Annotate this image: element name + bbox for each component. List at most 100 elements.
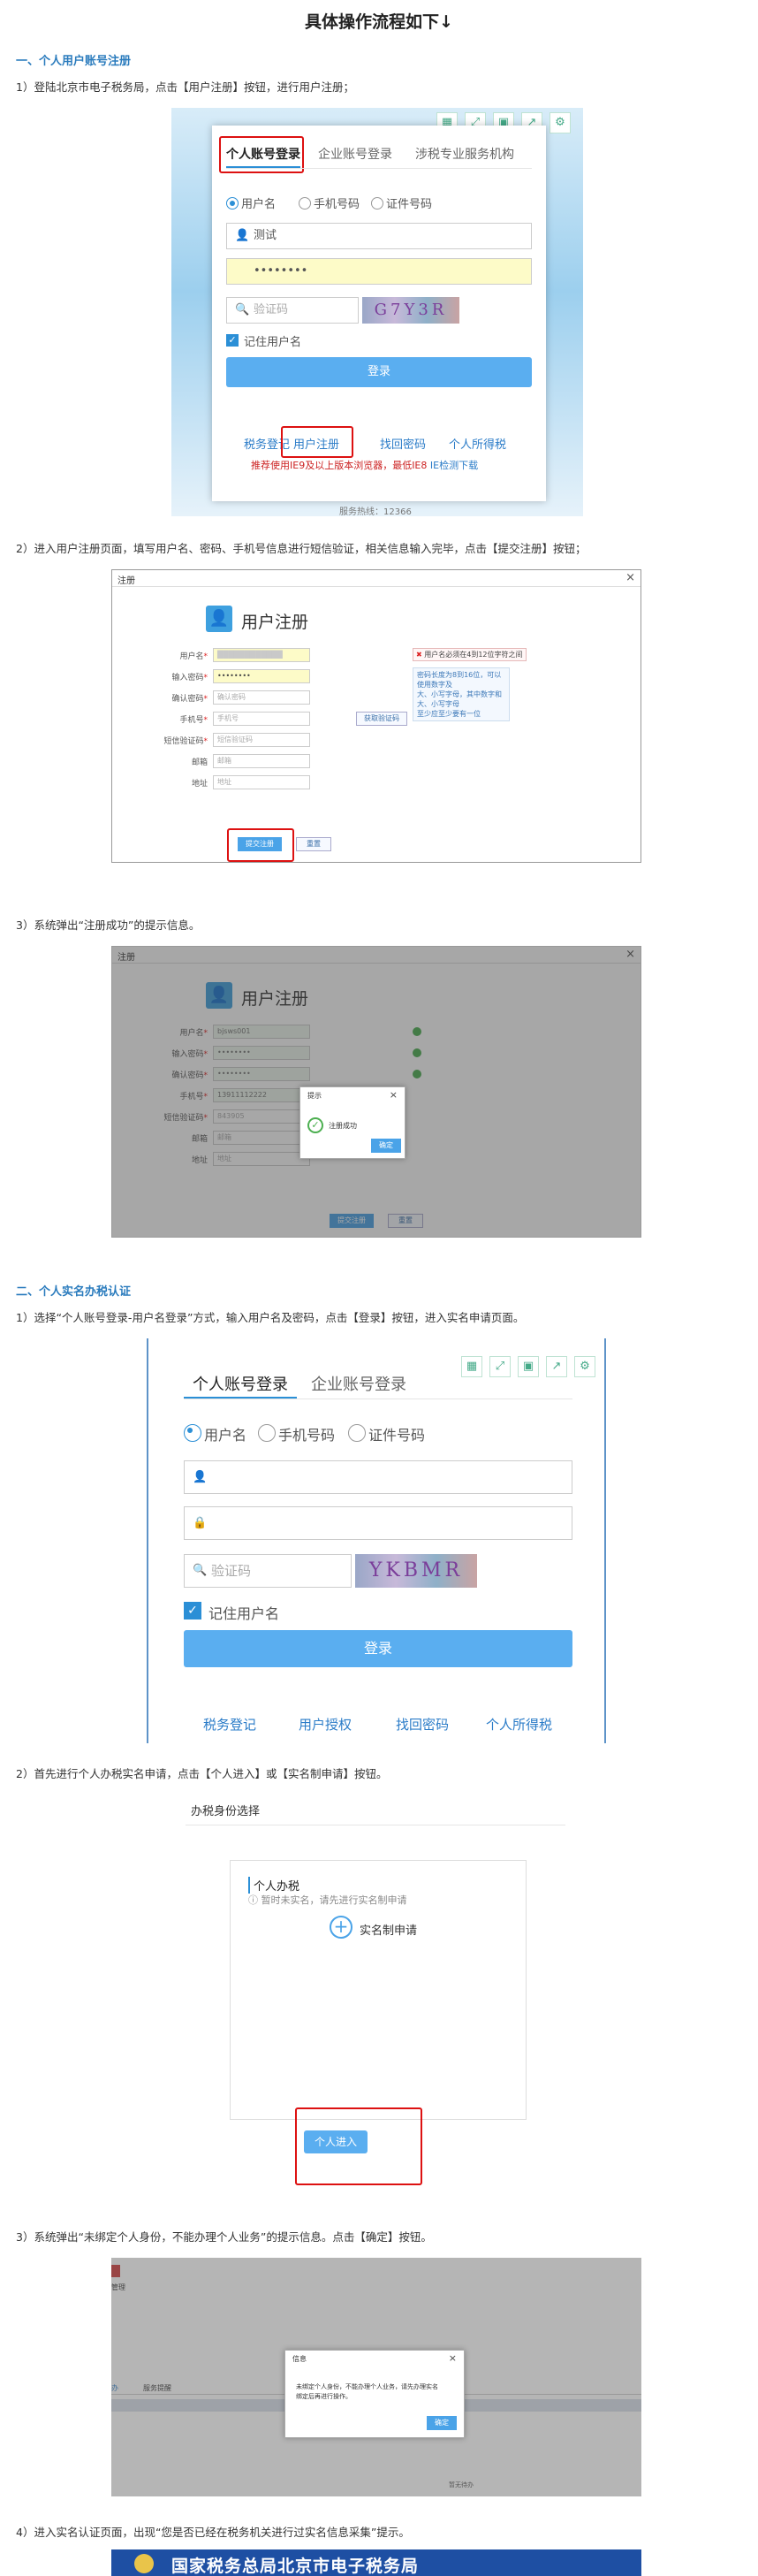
- remember-checkbox[interactable]: ✓: [184, 1602, 201, 1620]
- tab-personal-login[interactable]: 个人账号登录: [193, 1372, 288, 1395]
- user-icon: 👤: [206, 606, 232, 632]
- share-icon[interactable]: ↗: [546, 1356, 567, 1377]
- close-icon[interactable]: ×: [390, 1089, 398, 1101]
- etax-banner: 国家税务总局北京市电子税务局: [111, 2549, 641, 2576]
- reset-button[interactable]: 重置: [296, 837, 331, 851]
- banner-title: 国家税务总局北京市电子税务局: [171, 2557, 420, 2576]
- link-retrieve-password[interactable]: 找回密码: [380, 435, 426, 452]
- login-button[interactable]: 登录: [184, 1630, 572, 1667]
- step-text: 1）选择“个人账号登录-用户名登录”方式，输入用户名及密码，点击【登录】按钮，进…: [16, 1311, 525, 1324]
- popup-title: 提示: [307, 1092, 322, 1100]
- password-input[interactable]: ••••••••: [213, 669, 310, 683]
- check-circle-icon: ✓: [307, 1117, 323, 1133]
- phone-input[interactable]: 手机号: [213, 712, 310, 726]
- section-title-realname: 二、个人实名办税认证: [16, 1285, 132, 1299]
- remember-checkbox[interactable]: ✓: [226, 334, 239, 347]
- dialog-header-line: [112, 586, 641, 587]
- username-input[interactable]: 👤: [184, 1460, 572, 1494]
- register-success-dialog: 注册 × 👤 用户注册 用户名* bjsws001 输入密码* ••••••••…: [111, 946, 641, 1238]
- password-input[interactable]: 🔒: [184, 1506, 572, 1540]
- label-email: 邮箱: [191, 758, 208, 767]
- page-title: 具体操作流程如下↓: [305, 12, 453, 32]
- confirm-password-input[interactable]: 确认密码: [213, 690, 310, 705]
- close-icon[interactable]: ×: [625, 571, 635, 584]
- register-heading: 用户注册: [241, 613, 309, 632]
- label-username: 用户名*: [179, 652, 208, 661]
- highlight-box: [281, 426, 353, 458]
- hotline-text: 服务热线：12366: [339, 507, 412, 516]
- password-input[interactable]: ••••••••: [226, 258, 532, 285]
- user-icon: 👤: [193, 1470, 208, 1484]
- radio-username[interactable]: 用户名: [184, 1423, 246, 1444]
- captcha-input[interactable]: 🔍 验证码: [226, 297, 359, 324]
- link-personal-income-tax[interactable]: 个人所得税: [486, 1715, 552, 1734]
- tab-enterprise-login[interactable]: 企业账号登录: [318, 145, 392, 163]
- link-retrieve-password[interactable]: 找回密码: [396, 1715, 449, 1734]
- step-text: 3）系统弹出“注册成功”的提示信息。: [16, 918, 201, 932]
- radio-phone[interactable]: 手机号码: [258, 1423, 335, 1444]
- popup-message: 注册成功: [329, 1122, 357, 1130]
- ok-button[interactable]: 确定: [427, 2416, 457, 2430]
- unbound-screenshot: 管理 办 服务提醒 暂无待办 信息 × 未绑定个人身份，不能办理个人业务，请先办…: [111, 2258, 641, 2496]
- remember-label: 记住用户名: [244, 336, 302, 349]
- tax-emblem-icon: [134, 2554, 154, 2573]
- user-icon: 👤: [235, 229, 250, 242]
- identity-box: 个人办税 ⓘ 暂时未实名，请先进行实名制申请 + 实名制申请: [230, 1860, 527, 2120]
- login-screenshot-2: ▦ ⤢ ▣ ↗ ⚙ 个人账号登录 企业账号登录 用户名 手机号码 证件号码 👤 …: [147, 1338, 606, 1743]
- label-confirm-password: 确认密码*: [171, 695, 208, 704]
- settings-icon[interactable]: ⚙: [574, 1356, 595, 1377]
- tab-agency-login[interactable]: 涉税专业服务机构: [415, 145, 514, 163]
- identity-heading: 办税身份选择: [191, 1805, 261, 1818]
- realname-apply-button[interactable]: 实名制申请: [360, 1921, 417, 1938]
- section-title-register: 一、个人用户账号注册: [16, 55, 132, 68]
- sms-code-input[interactable]: 短信验证码: [213, 733, 310, 747]
- unbound-popup: 信息 × 未绑定个人身份，不能办理个人业务，请先办理实名 绑定后再进行操作。 确定: [284, 2350, 465, 2438]
- register-dialog: 注册 × 👤 用户注册 用户名* ████████████ ✖ 用户名必须在4到…: [111, 569, 641, 863]
- address-input[interactable]: 地址: [213, 775, 310, 789]
- ie-check-link[interactable]: IE检测下载: [430, 460, 478, 471]
- info-icon: ⓘ: [248, 1894, 262, 1906]
- radio-phone[interactable]: 手机号码: [299, 194, 360, 211]
- username-input[interactable]: 👤 测试: [226, 223, 532, 249]
- tab-enterprise-login[interactable]: 企业账号登录: [311, 1372, 406, 1395]
- login-button[interactable]: 登录: [226, 357, 532, 387]
- highlight-box: [227, 828, 294, 862]
- link-personal-income-tax[interactable]: 个人所得税: [449, 435, 506, 452]
- username-error: ✖ 用户名必须在4到12位字符之间: [413, 648, 527, 661]
- captcha-image[interactable]: G7Y3R: [362, 297, 459, 324]
- save-icon[interactable]: ▣: [518, 1356, 539, 1377]
- get-sms-code-button[interactable]: 获取验证码: [356, 712, 407, 726]
- browser-notice: 推荐使用IE9及以上版本浏览器，最低IE8 IE检测下载: [251, 460, 479, 471]
- step-text: 1）登陆北京市电子税务局，点击【用户注册】按钮，进行用户注册；: [16, 80, 354, 94]
- step-text: 4）进入实名认证页面，出现“您是否已经在税务机关进行过实名信息采集”提示。: [16, 2526, 410, 2539]
- captcha-image[interactable]: YKBMR: [355, 1554, 477, 1588]
- info-text: ⓘ 暂时未实名，请先进行实名制申请: [248, 1894, 407, 1906]
- step-text: 3）系统弹出“未绑定个人身份，不能办理个人业务”的提示信息。点击【确定】按钮。: [16, 2230, 432, 2244]
- login-screenshot: ▦ ⤢ ▣ ↗ ⚙ 个人账号登录 企业账号登录 涉税专业服务机构 用户名 手机号…: [171, 108, 583, 516]
- close-icon[interactable]: ×: [449, 2352, 457, 2364]
- qrcode-icon[interactable]: ▦: [461, 1356, 482, 1377]
- remember-label: 记住用户名: [208, 1605, 280, 1622]
- label-password: 输入密码*: [171, 674, 208, 682]
- username-input[interactable]: ████████████: [213, 648, 310, 662]
- captcha-input[interactable]: 🔍 验证码: [184, 1554, 352, 1588]
- radio-idcard[interactable]: 证件号码: [371, 194, 432, 211]
- expand-icon[interactable]: ⤢: [489, 1356, 511, 1377]
- label-address: 地址: [191, 780, 208, 789]
- add-icon[interactable]: +: [330, 1916, 352, 1939]
- settings-icon[interactable]: ⚙: [550, 112, 571, 133]
- lock-icon: 🔒: [193, 1516, 208, 1530]
- success-popup: 提示 × ✓ 注册成功 确定: [299, 1086, 406, 1159]
- radio-idcard[interactable]: 证件号码: [348, 1423, 425, 1444]
- link-user-authorization[interactable]: 用户授权: [299, 1715, 352, 1734]
- link-tax-registration[interactable]: 税务登记: [203, 1715, 256, 1734]
- email-input[interactable]: 邮箱: [213, 754, 310, 768]
- ok-button[interactable]: 确定: [371, 1139, 401, 1153]
- identity-selection-screenshot: 办税身份选择 个人办税 ⓘ 暂时未实名，请先进行实名制申请 + 实名制申请 个人…: [186, 1791, 574, 2198]
- popup-message: 未绑定个人身份，不能办理个人业务，请先办理实名 绑定后再进行操作。: [296, 2383, 438, 2400]
- label-sms-code: 短信验证码*: [163, 737, 208, 746]
- dialog-title: 注册: [117, 576, 135, 586]
- radio-username[interactable]: 用户名: [226, 194, 276, 211]
- login-card: 个人账号登录 企业账号登录 涉税专业服务机构 用户名 手机号码 证件号码 👤 测…: [212, 126, 546, 501]
- step-text: 2）进入用户注册页面，填写用户名、密码、手机号信息进行短信验证，相关信息输入完毕…: [16, 542, 587, 555]
